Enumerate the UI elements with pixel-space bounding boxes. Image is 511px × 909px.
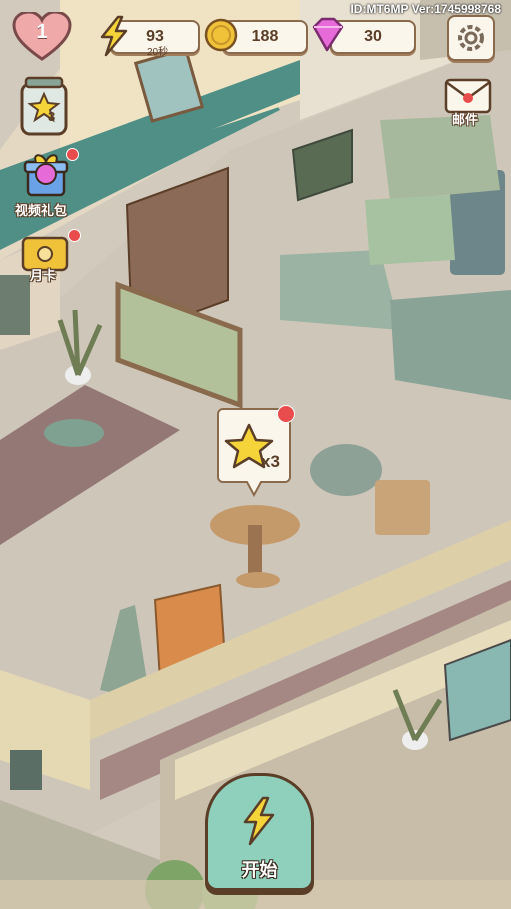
lightning-icon — [243, 796, 275, 846]
star-jar-count: 3 — [48, 109, 56, 124]
task-bubble[interactable] — [217, 405, 295, 498]
start-label: 开始 — [241, 860, 278, 880]
monthly-card-badge — [68, 229, 81, 242]
level-value: 1 — [36, 21, 48, 43]
start-button[interactable]: 开始 — [205, 773, 314, 891]
coin-icon — [204, 18, 238, 52]
star-jar-button[interactable]: 3 — [18, 76, 70, 136]
gem-value: 30 — [364, 28, 382, 45]
task-badge — [277, 405, 295, 423]
star-jar-icon — [20, 76, 68, 136]
coin-value: 188 — [251, 28, 279, 45]
build-id: ID:MT6MP Ver:1745998768 — [350, 2, 501, 16]
video-gift-badge — [66, 148, 79, 161]
monthly-card-button[interactable]: 月卡 — [18, 229, 81, 284]
mail-label: 邮件 — [452, 112, 479, 127]
gem-icon — [312, 17, 344, 52]
settings-button[interactable] — [447, 15, 495, 61]
monthly-card-label: 月卡 — [30, 268, 57, 283]
lightning-icon — [100, 15, 128, 57]
gift-box-icon — [23, 154, 69, 197]
video-gift-button[interactable]: 视频礼包 — [12, 148, 80, 218]
task-star-count: x3 — [261, 452, 280, 471]
gear-icon — [458, 25, 484, 51]
video-gift-label: 视频礼包 — [15, 203, 68, 218]
mail-button[interactable]: 邮件 — [440, 78, 496, 128]
energy-timer: 20秒 — [147, 47, 169, 58]
